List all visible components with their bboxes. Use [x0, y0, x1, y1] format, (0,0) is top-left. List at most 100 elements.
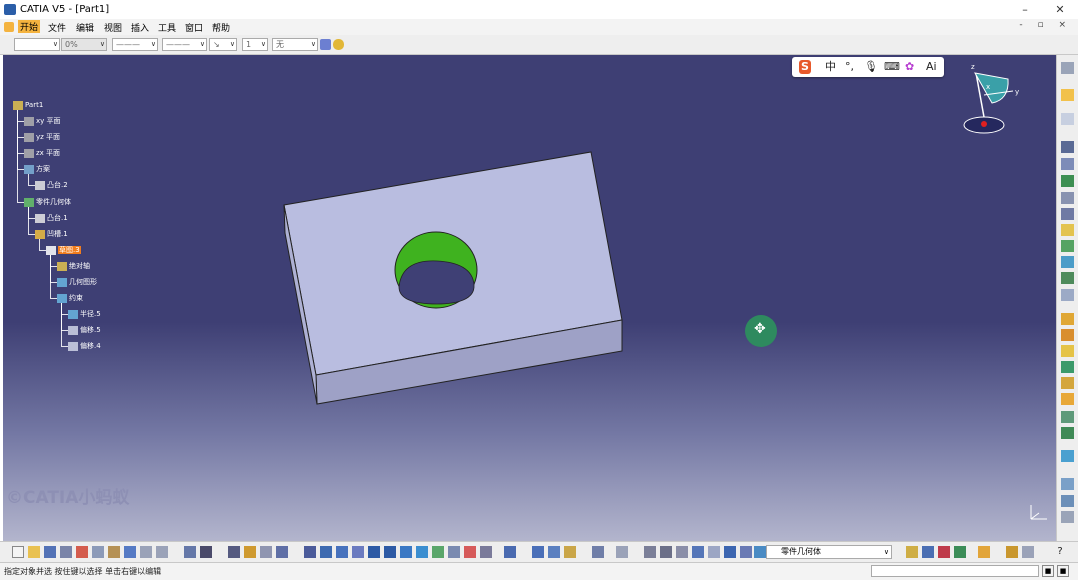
tree-node[interactable]: 绝对轴 [57, 261, 90, 271]
measure-tool-icon[interactable] [1061, 450, 1074, 462]
define-in-work-icon[interactable] [754, 546, 766, 558]
minimize-button[interactable]: – [1010, 2, 1040, 17]
sogou-logo-icon[interactable]: S [799, 60, 811, 74]
line-type-combo[interactable]: ——— ∨ [112, 38, 158, 51]
formula-icon[interactable] [548, 546, 560, 558]
document-window-controls[interactable]: - ▫ × [1019, 20, 1072, 30]
menu-help[interactable]: 帮助 [212, 21, 230, 34]
tree-node[interactable]: 方案 [24, 164, 50, 174]
part-geometry[interactable] [3, 55, 1056, 541]
shell-tool-icon[interactable] [1061, 272, 1074, 284]
photo-icon[interactable] [1006, 546, 1018, 558]
tree-node[interactable]: 偏移.4 [68, 341, 101, 351]
mirror-tool-icon[interactable] [1061, 361, 1074, 373]
tree-node[interactable]: yz 平面 [24, 132, 60, 142]
hole-tool-icon[interactable] [1061, 192, 1074, 204]
material-icon[interactable] [1022, 546, 1034, 558]
menu-edit[interactable]: 编辑 [76, 21, 94, 34]
power-input-field[interactable] [871, 565, 1039, 577]
new-icon[interactable] [12, 546, 24, 558]
sketcher-icon[interactable] [1061, 62, 1074, 74]
translate-tool-icon[interactable] [1061, 313, 1074, 325]
menu-tools[interactable]: 工具 [158, 21, 176, 34]
catalog-icon[interactable] [592, 546, 604, 558]
stop-command-button[interactable]: ■ [1042, 565, 1054, 577]
undo-icon[interactable] [124, 546, 136, 558]
repeat-command-button[interactable]: ■ [1057, 565, 1069, 577]
rib-tool-icon[interactable] [1061, 208, 1074, 220]
tree-node[interactable]: 半径.5 [68, 309, 101, 319]
tree-node[interactable]: 凸台.1 [35, 213, 68, 223]
annotation-icon[interactable] [1061, 113, 1074, 125]
tree-node[interactable]: 草图.3 [46, 245, 81, 255]
shading-icon[interactable] [448, 546, 460, 558]
grid-icon[interactable] [228, 546, 240, 558]
hand-icon[interactable] [564, 546, 576, 558]
mic-icon[interactable]: 🎙 [864, 60, 878, 74]
reorder-icon[interactable] [740, 546, 752, 558]
close-button[interactable]: ✕ [1045, 2, 1075, 17]
point-symbol-combo[interactable]: ↘ ∨ [209, 38, 237, 51]
knowledge-icon[interactable] [724, 546, 736, 558]
properties-icon[interactable] [333, 39, 344, 50]
print-icon[interactable] [60, 546, 72, 558]
menu-file[interactable]: 文件 [48, 21, 66, 34]
help-icon[interactable]: ? [1050, 546, 1070, 558]
tree-node[interactable]: 凹槽.1 [35, 229, 68, 239]
line-weight-combo[interactable]: ——— ∨ [162, 38, 207, 51]
fit-all-icon[interactable] [200, 546, 212, 558]
ime-punctuation-mode[interactable]: °, [845, 60, 854, 74]
fillet-tool-icon[interactable] [1061, 224, 1074, 236]
swap-space-icon[interactable] [480, 546, 492, 558]
pocket-tool-icon[interactable] [1061, 158, 1074, 170]
pattern-tool-icon[interactable] [1061, 377, 1074, 389]
measure-item-icon[interactable] [644, 546, 656, 558]
compass-icon[interactable]: z x y [958, 57, 1028, 139]
update-icon[interactable] [532, 546, 544, 558]
fly-mode-icon[interactable] [184, 546, 196, 558]
hide-show-icon[interactable] [464, 546, 476, 558]
ime-ai-button[interactable]: Ai [926, 60, 937, 74]
draft-tool-icon[interactable] [1061, 256, 1074, 268]
render-icon[interactable] [978, 546, 990, 558]
pan-icon[interactable] [304, 546, 316, 558]
cut-icon[interactable] [76, 546, 88, 558]
zoom-in-icon[interactable] [368, 546, 380, 558]
start-menu-icon[interactable] [4, 22, 14, 32]
tree-node[interactable]: 偏移.5 [68, 325, 101, 335]
paste-icon[interactable] [108, 546, 120, 558]
shaft-tool-icon[interactable] [1061, 175, 1074, 187]
apply-material-icon[interactable] [1061, 495, 1074, 507]
tree-node[interactable]: 零件几何体 [24, 197, 71, 207]
analysis-tool-icon[interactable] [1061, 478, 1074, 490]
keyboard-icon[interactable]: ⌨ [884, 60, 900, 74]
normal-view-icon[interactable] [400, 546, 412, 558]
snap-icon[interactable] [260, 546, 272, 558]
tree-node[interactable]: zx 平面 [24, 148, 60, 158]
rotate-tool-icon[interactable] [1061, 329, 1074, 341]
symmetry-tool-icon[interactable] [1061, 345, 1074, 357]
ime-chinese-mode[interactable]: 中 [825, 60, 836, 74]
open-icon[interactable] [28, 546, 40, 558]
axis-system-icon[interactable] [676, 546, 688, 558]
rotate-view-icon[interactable] [320, 546, 332, 558]
parameters-icon[interactable] [708, 546, 720, 558]
zoom-out-icon[interactable] [384, 546, 396, 558]
body-icon-tb[interactable] [954, 546, 966, 558]
tree-node[interactable]: Part1 [13, 100, 43, 110]
workbench-combo[interactable]: 零件几何体 ∨ [766, 545, 892, 559]
filter-combo[interactable]: 无 ∨ [272, 38, 318, 51]
constraint-tool-icon[interactable] [1061, 511, 1074, 523]
color-combo[interactable]: ∨ [14, 38, 60, 51]
redo-icon[interactable] [140, 546, 152, 558]
law-icon[interactable] [616, 546, 628, 558]
fit-view-icon[interactable] [336, 546, 348, 558]
save-icon[interactable] [44, 546, 56, 558]
zoom-area-icon[interactable] [352, 546, 364, 558]
select-icon[interactable] [1061, 89, 1074, 101]
multi-view-icon[interactable] [416, 546, 428, 558]
iso-view-icon[interactable] [432, 546, 444, 558]
whats-this-icon[interactable] [156, 546, 168, 558]
menu-insert[interactable]: 插入 [131, 21, 149, 34]
thickness-tool-icon[interactable] [1061, 289, 1074, 301]
